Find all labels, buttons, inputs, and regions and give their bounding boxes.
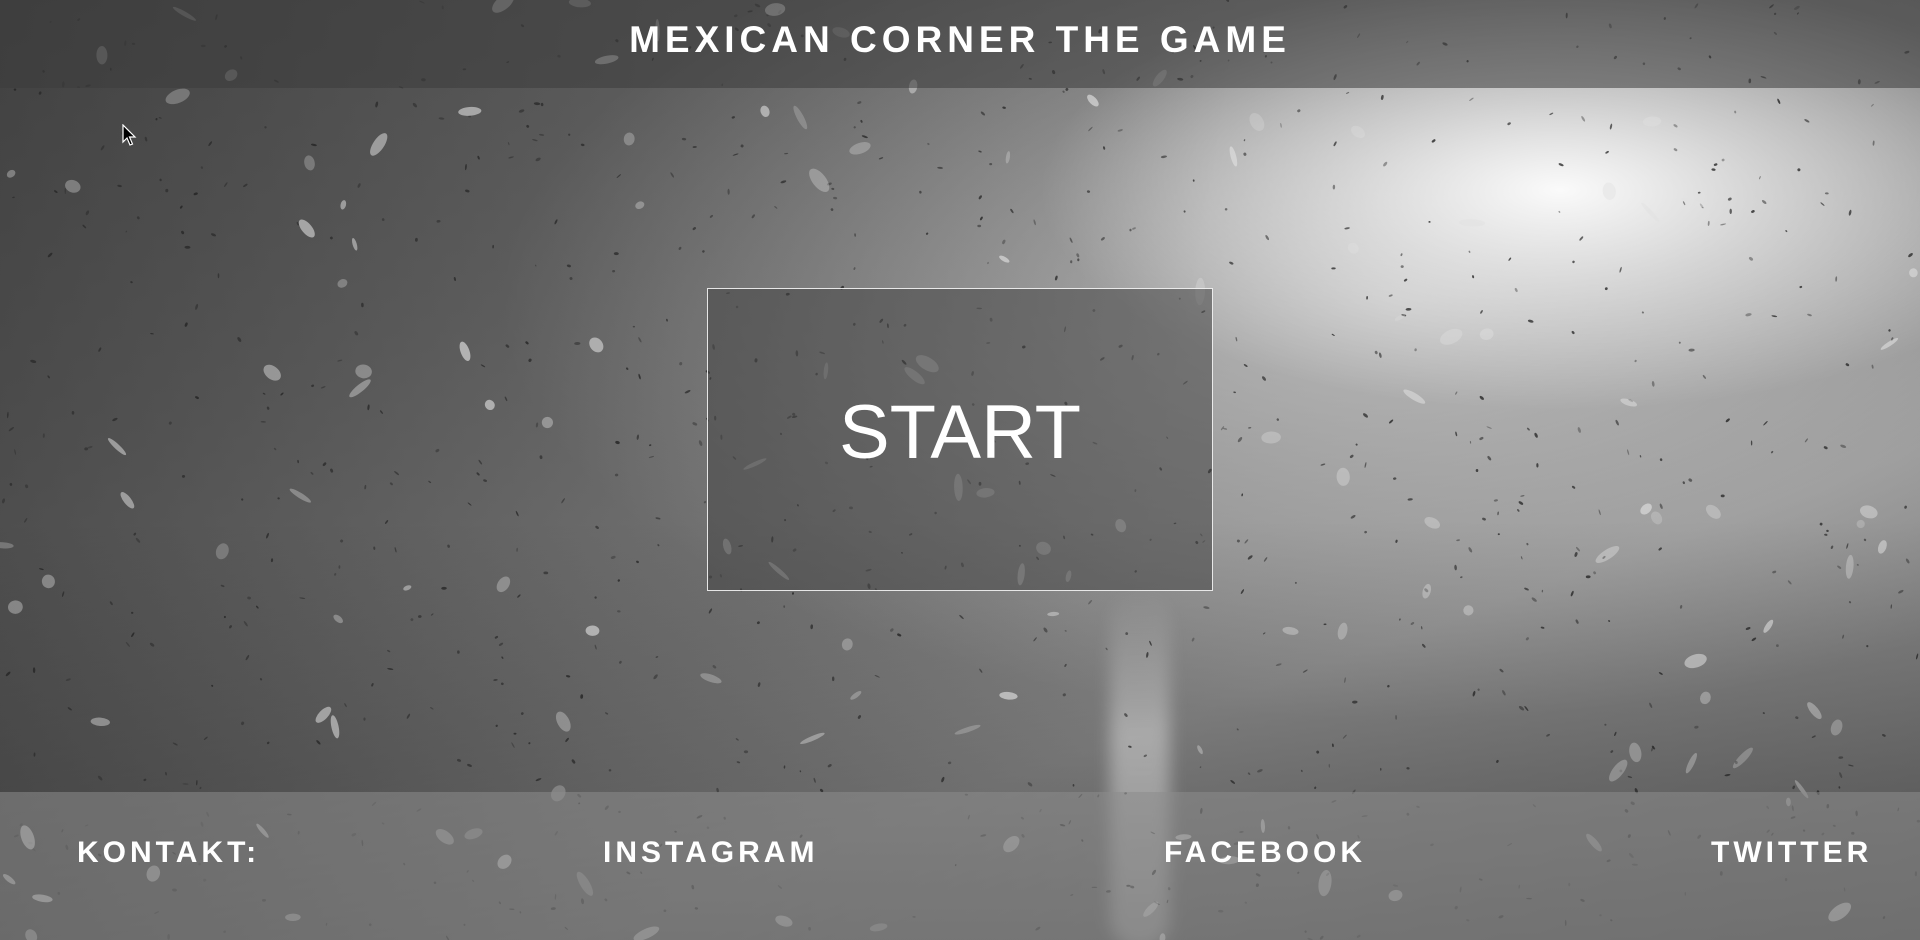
footer-contact-label: KONTAKT:: [77, 836, 261, 869]
footer-bar: [0, 792, 1920, 940]
footer-link-instagram[interactable]: INSTAGRAM: [603, 836, 818, 870]
header-bar: MEXICAN CORNER THE GAME: [0, 0, 1920, 88]
arrow-cursor-icon: [122, 124, 137, 146]
footer-link-facebook[interactable]: FACEBOOK: [1164, 836, 1366, 870]
start-button-label: START: [838, 390, 1082, 475]
footer-link-twitter[interactable]: TWITTER: [1711, 836, 1872, 870]
site-title: MEXICAN CORNER THE GAME: [629, 19, 1291, 60]
start-button[interactable]: START: [707, 288, 1213, 591]
game-page: MEXICAN CORNER THE GAME START KONTAKT: I…: [0, 0, 1920, 940]
